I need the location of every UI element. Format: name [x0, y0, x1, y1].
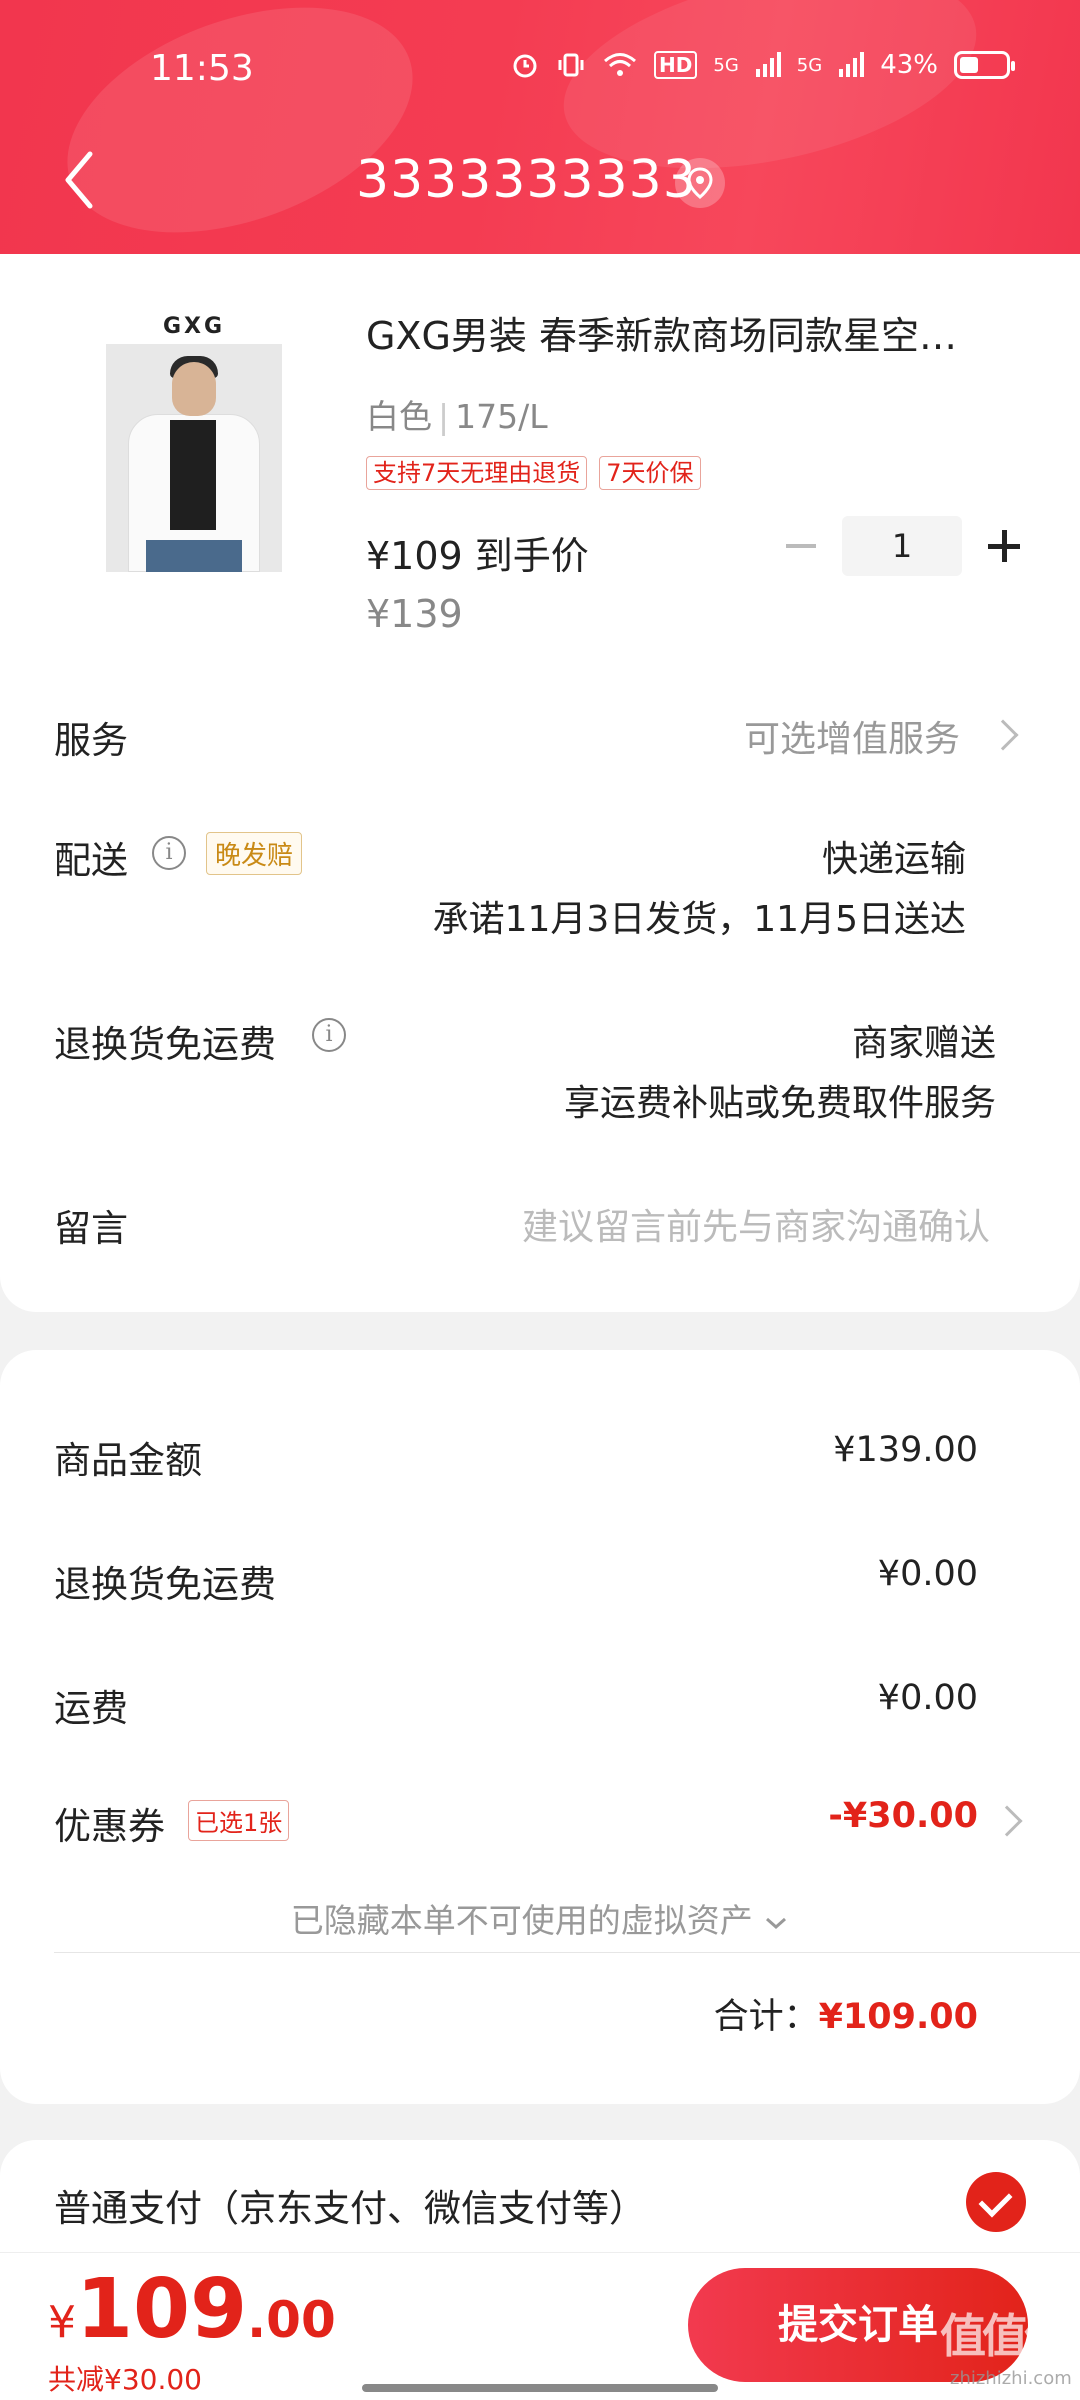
total-integer: 109 — [76, 2262, 248, 2357]
return-value: 商家赠送 — [851, 1023, 996, 1064]
goods-amount-label: 商品金额 — [54, 1439, 202, 1482]
total-row: 合计：¥109.00 — [714, 1988, 978, 2039]
product-color: 白色 — [366, 397, 432, 436]
late-compensation-badge: 晚发赔 — [206, 832, 303, 875]
delivery-label: 配送 — [54, 839, 128, 882]
delivery-method[interactable]: 快递运输 — [822, 830, 966, 882]
product-size: 175/L — [455, 397, 548, 436]
total-value: ¥109.00 — [818, 1997, 978, 2037]
header: 11:53 HD 5G 5G 43% 3333333333 — [0, 0, 1080, 254]
tag-return: 支持7天无理由退货 — [366, 456, 588, 490]
hidden-assets-toggle[interactable]: 已隐藏本单不可使用的虚拟资产 — [0, 1894, 1080, 1942]
message-input[interactable]: 建议留言前先与商家沟通确认 — [522, 1198, 990, 1250]
check-icon[interactable] — [966, 2172, 1026, 2232]
info-icon[interactable]: i — [312, 1018, 346, 1052]
coupon-label: 优惠券 — [54, 1805, 165, 1848]
return-label: 退换货免运费 — [54, 1023, 276, 1066]
page-title: 3333333333 — [356, 150, 697, 210]
total-decimal: .00 — [247, 2291, 336, 2349]
return-fee-value: ¥0.00 — [877, 1554, 978, 1594]
total-label: 合计： — [713, 1997, 819, 2037]
product-title[interactable]: GXG男装 春季新款商场同款星空… — [366, 305, 957, 360]
watermark-url: zhizhizhi.com — [950, 2368, 1072, 2389]
coupon-selected-badge: 已选1张 — [188, 1800, 290, 1841]
signal-icon — [755, 52, 781, 77]
status-icons: HD 5G 5G 43% — [510, 50, 1015, 80]
battery-icon — [954, 51, 1015, 79]
product-spec[interactable]: 白色 | 175/L — [366, 390, 548, 438]
status-time: 11:53 — [150, 48, 254, 89]
product-tags: 支持7天无理由退货 7天价保 — [366, 456, 701, 490]
payment-method[interactable]: 普通支付（京东支付、微信支付等） — [54, 2178, 646, 2232]
bottom-total: ¥109.00 — [48, 2262, 336, 2357]
quantity-input[interactable]: 1 — [842, 516, 962, 576]
return-fee-label: 退换货免运费 — [54, 1563, 276, 1606]
vibrate-icon — [558, 53, 584, 77]
increase-button[interactable] — [984, 526, 1024, 566]
battery-percent: 43% — [880, 50, 938, 80]
product-brand-logo: GXG — [162, 314, 226, 339]
tag-price-protect: 7天价保 — [599, 456, 701, 490]
service-label: 服务 — [54, 719, 128, 762]
decrease-button[interactable] — [780, 526, 820, 566]
header-decoration — [36, 0, 444, 254]
chevron-down-icon — [766, 1917, 787, 1929]
return-desc: 享运费补贴或免费取件服务 — [563, 1083, 996, 1124]
hd-indicator: HD — [654, 51, 698, 79]
info-icon[interactable]: i — [152, 836, 186, 870]
currency-symbol: ¥ — [48, 2297, 76, 2348]
divider — [54, 1952, 1080, 1953]
service-value[interactable]: 可选增值服务 — [744, 710, 960, 762]
shipping-value: ¥0.00 — [877, 1678, 978, 1718]
hidden-assets-text: 已隐藏本单不可使用的虚拟资产 — [290, 1901, 753, 1940]
back-button[interactable] — [60, 150, 100, 210]
goods-amount-value: ¥139.00 — [833, 1430, 978, 1470]
wifi-icon — [604, 53, 637, 76]
product-image[interactable]: GXG — [106, 314, 282, 574]
alarm-icon — [513, 54, 537, 78]
location-button[interactable] — [675, 158, 725, 208]
sim2-indicator: 5G — [796, 54, 823, 76]
price-original: ¥139 — [366, 592, 463, 636]
delivery-promise: 承诺11月3日发货，11月5日送达 — [432, 899, 966, 940]
signal-icon — [839, 52, 865, 77]
sim1-indicator: 5G — [713, 54, 739, 76]
product-photo — [106, 344, 282, 572]
coupon-value[interactable]: -¥30.00 — [828, 1796, 978, 1836]
price-final: ¥109 到手价 — [366, 534, 589, 578]
shipping-label: 运费 — [54, 1687, 128, 1730]
location-pin-icon — [687, 167, 713, 199]
chevron-left-icon — [65, 151, 93, 209]
saved-amount: 共减¥30.00 — [48, 2363, 202, 2396]
message-label: 留言 — [54, 1207, 128, 1250]
home-indicator[interactable] — [362, 2384, 718, 2392]
quantity-stepper: 1 — [780, 516, 1024, 576]
watermark-logo: 值值值 — [940, 2309, 1070, 2363]
